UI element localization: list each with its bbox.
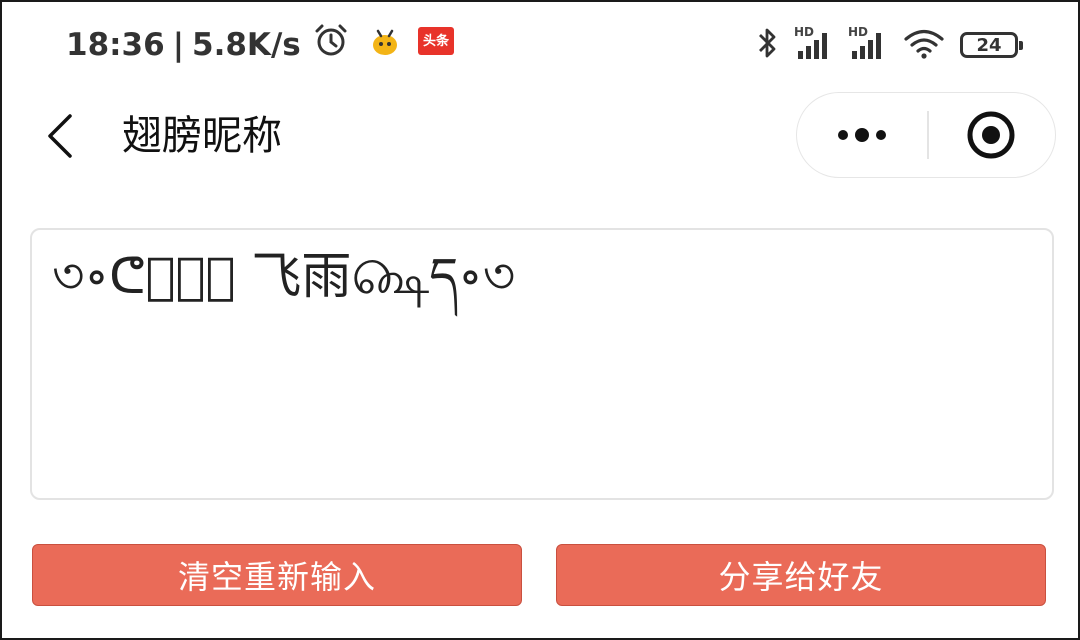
nickname-text: ৩∘ᕦ௸͓͓ 飞雨௸ད∘৩ (52, 247, 516, 305)
battery-level: 24 (976, 34, 1002, 56)
signal-hd-icon: HD (848, 25, 888, 63)
signal-hd-icon: HD (794, 25, 834, 63)
back-button[interactable] (40, 108, 84, 164)
toutiao-label: 头条 (423, 33, 450, 49)
chevron-left-icon (40, 114, 84, 168)
toutiao-app-icon: 头条 (417, 25, 455, 65)
status-bar-left: 18:36 | 5.8K/s 头条 (66, 24, 455, 66)
target-close-icon (928, 111, 1056, 181)
share-to-friends-button[interactable]: 分享给好友 (556, 544, 1046, 606)
bee-app-icon (367, 23, 403, 67)
more-dots-icon (797, 128, 927, 181)
alarm-clock-icon (313, 23, 349, 67)
close-mini-program-button[interactable] (928, 93, 1056, 177)
bluetooth-icon (754, 25, 780, 65)
status-time: 18:36 (66, 27, 165, 63)
mini-program-capsule (796, 92, 1056, 178)
status-bar-right: HD HD 24 (754, 24, 1023, 66)
page-title: 翅膀昵称 (122, 113, 282, 159)
status-separator: | (172, 27, 185, 63)
nickname-textarea[interactable]: ৩∘ᕦ௸͓͓ 飞雨௸ད∘৩ (30, 228, 1054, 500)
network-speed: 5.8K/s (192, 27, 301, 63)
wifi-icon (902, 25, 946, 65)
status-bar: 18:36 | 5.8K/s 头条 HD HD 24 (2, 2, 1078, 88)
more-menu-button[interactable] (797, 93, 927, 177)
battery-indicator: 24 (960, 32, 1023, 58)
nav-bar: 翅膀昵称 (2, 90, 1078, 186)
clear-reinput-button[interactable]: 清空重新输入 (32, 544, 522, 606)
